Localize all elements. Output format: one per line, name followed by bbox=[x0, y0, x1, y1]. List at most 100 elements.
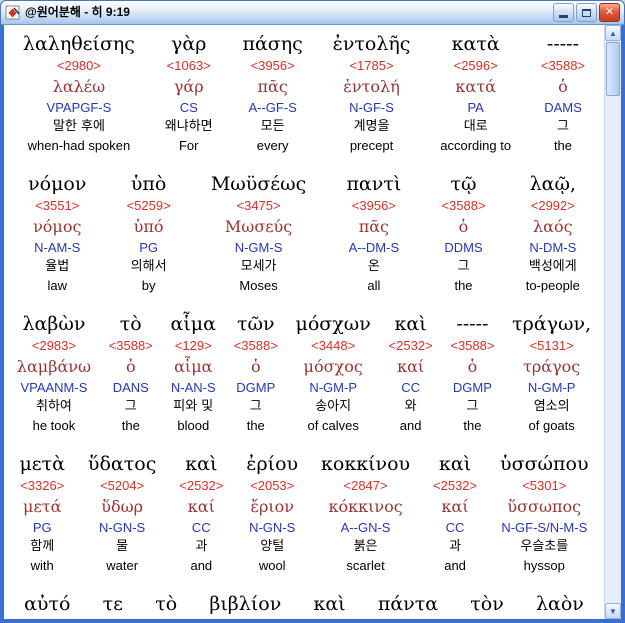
greek-word: καὶ bbox=[185, 453, 218, 475]
parsing-code: A--GN-S bbox=[340, 520, 391, 535]
word-entry[interactable]: κοκκίνου <2847> κόκκινος A--GN-S 붉은 scarlet bbox=[319, 451, 412, 575]
word-entry[interactable]: βιβλίον bbox=[207, 591, 283, 617]
korean-gloss: 계명을 bbox=[353, 119, 390, 134]
strong-number: <2532> bbox=[179, 478, 224, 493]
scrollbar-thumb[interactable] bbox=[606, 42, 620, 96]
word-row: αὐτό τε τὸ βιβλίον καὶ πάντα τὸν λαὸν bbox=[4, 591, 604, 619]
strong-number: <3588> bbox=[108, 338, 153, 353]
greek-word: νόμον bbox=[28, 173, 87, 195]
word-entry[interactable]: παντὶ <3956> πᾶς A--DM-S 온 all bbox=[344, 171, 403, 295]
english-gloss: the bbox=[553, 138, 573, 153]
strong-number: <3588> bbox=[441, 198, 486, 213]
parsing-code: N-GF-S/N-M-S bbox=[501, 520, 588, 535]
korean-gloss: 율법 bbox=[45, 259, 70, 274]
word-entry[interactable]: τὸ bbox=[153, 591, 179, 617]
strong-number: <3588> bbox=[540, 58, 586, 73]
greek-word: τὸν bbox=[470, 593, 504, 615]
korean-gloss: 붉은 bbox=[353, 539, 378, 554]
word-entry[interactable]: ἐντολῆς <1785> ἐντολή N-GF-S 계명을 precept bbox=[331, 31, 413, 155]
word-entry[interactable]: λαβὼν <2983> λαμβάνω VPAANM-S 취하여 he took bbox=[15, 311, 93, 435]
greek-word: κατὰ bbox=[451, 33, 500, 55]
parsing-code: VPAPGF-S bbox=[46, 100, 112, 115]
parsing-code: N-GM-P bbox=[309, 380, 358, 395]
strong-number: <2596> bbox=[453, 58, 498, 73]
maximize-icon bbox=[582, 8, 591, 17]
strong-number: <2983> bbox=[31, 338, 76, 353]
word-row: λαληθείσης <2980> λαλέω VPAPGF-S 말한 후에 when-h… bbox=[4, 31, 604, 171]
greek-lemma: λαμβάνω bbox=[16, 357, 92, 376]
maximize-button[interactable] bbox=[576, 3, 597, 22]
vertical-scrollbar[interactable]: ▲ ▼ bbox=[604, 25, 621, 619]
parsing-code: PG bbox=[32, 520, 52, 535]
word-entry[interactable]: μετὰ <3326> μετά PG 함께 with bbox=[17, 451, 67, 575]
word-entry[interactable]: καὶ <2532> καί CC 과 and bbox=[177, 451, 225, 575]
word-entry[interactable]: νόμον <3551> νόμος N-AM-S 율법 law bbox=[26, 171, 88, 295]
word-entry[interactable]: ----- <3588> ὁ DAMS 그 the bbox=[539, 31, 587, 155]
word-entry[interactable]: ὑσσώπου <5301> ὕσσωπος N-GF-S/N-M-S 우슬초를 hyss… bbox=[498, 451, 590, 575]
titlebar[interactable]: @원어분해 - 히 9:19 ✕ bbox=[0, 0, 625, 25]
word-entry[interactable]: τὸ <3588> ὁ DANS 그 the bbox=[107, 311, 155, 435]
word-entry[interactable]: κατὰ <2596> κατά PA 대로 according to bbox=[438, 31, 513, 155]
close-button[interactable]: ✕ bbox=[599, 3, 620, 22]
strong-number: <129> bbox=[174, 338, 212, 353]
word-entry[interactable]: αἷμα <129> αἷμα N-AN-S 피와 및 blood bbox=[169, 311, 218, 435]
parsing-code: A--GF-S bbox=[248, 100, 297, 115]
scroll-up-button[interactable]: ▲ bbox=[605, 25, 621, 41]
english-gloss: of goats bbox=[528, 418, 575, 433]
word-entry[interactable]: τράγων, <5131> τράγος N-GM-P 염소의 of goats bbox=[510, 311, 593, 435]
korean-gloss: 그 bbox=[124, 399, 137, 414]
greek-lemma: ὁ bbox=[467, 357, 478, 376]
word-entry[interactable]: λαληθείσης <2980> λαλέω VPAPGF-S 말한 후에 when-h… bbox=[21, 31, 137, 155]
word-entry[interactable]: ----- <3588> ὁ DGMP 그 the bbox=[448, 311, 496, 435]
english-gloss: the bbox=[246, 418, 265, 433]
greek-lemma: καί bbox=[441, 497, 469, 516]
word-entry[interactable]: τε bbox=[101, 591, 125, 617]
greek-lemma: ἐντολή bbox=[343, 77, 400, 96]
word-entry[interactable]: λαὸν bbox=[534, 591, 586, 617]
word-entry[interactable]: λαῷ, <2992> λαός N-DM-S 백성에게 to-people bbox=[524, 171, 582, 295]
word-entry[interactable]: αὐτό bbox=[22, 591, 72, 617]
word-entry[interactable]: καὶ <2532> καί CC 과 and bbox=[431, 451, 479, 575]
scroll-down-button[interactable]: ▼ bbox=[605, 603, 621, 619]
korean-gloss: 과 bbox=[195, 539, 208, 554]
parsing-code: DGMP bbox=[452, 380, 492, 395]
strong-number: <2980> bbox=[56, 58, 101, 73]
korean-gloss: 송아지 bbox=[315, 399, 352, 414]
word-entry[interactable]: ἐρίου <2053> ἔριον N-GN-S 양털 wool bbox=[244, 451, 300, 575]
word-row: μετὰ <3326> μετά PG 함께 with ὕδατος <5204> ὕδωρ N-… bbox=[4, 451, 604, 591]
word-entry[interactable]: πάντα bbox=[376, 591, 440, 617]
app-window: @원어분해 - 히 9:19 ✕ λαληθείσης <2980> λαλέω VP… bbox=[0, 0, 625, 623]
strong-number: <3326> bbox=[20, 478, 65, 493]
english-gloss: wool bbox=[258, 558, 286, 573]
word-entry[interactable]: τῷ <3588> ὁ DDMS 그 the bbox=[439, 171, 487, 295]
greek-lemma: μόσχος bbox=[303, 357, 363, 376]
minimize-button[interactable] bbox=[553, 3, 574, 22]
greek-word: καὶ bbox=[394, 313, 427, 335]
word-entry[interactable]: μόσχων <3448> μόσχος N-GM-P 송아지 of calves bbox=[294, 311, 373, 435]
parsing-code: DANS bbox=[112, 380, 149, 395]
word-entry[interactable]: τῶν <3588> ὁ DGMP 그 the bbox=[232, 311, 280, 435]
word-entry[interactable]: τὸν bbox=[468, 591, 506, 617]
word-entry[interactable]: καὶ bbox=[311, 591, 347, 617]
parsing-code: N-AM-S bbox=[34, 240, 81, 255]
korean-gloss: 와 bbox=[404, 399, 417, 414]
word-entry[interactable]: καὶ <2532> καί CC 와 and bbox=[387, 311, 435, 435]
greek-lemma: ὁ bbox=[458, 217, 469, 236]
english-gloss: scarlet bbox=[346, 558, 385, 573]
scrollbar-track[interactable] bbox=[605, 41, 621, 603]
word-entry[interactable]: πάσης <3956> πᾶς A--GF-S 모든 every bbox=[240, 31, 304, 155]
parsing-code: CC bbox=[401, 380, 420, 395]
parsing-code: N-AN-S bbox=[170, 380, 216, 395]
greek-lemma: Μωσεύς bbox=[224, 217, 293, 236]
word-entry[interactable]: Μωϋσέως <3475> Μωσεύς N-GM-S 모세가 Moses bbox=[209, 171, 308, 295]
word-entry[interactable]: ὕδατος <5204> ὕδωρ N-GN-S 물 water bbox=[86, 451, 158, 575]
strong-number: <2847> bbox=[343, 478, 388, 493]
word-entry[interactable]: γὰρ <1063> γάρ CS 왜냐하면 For bbox=[163, 31, 215, 155]
english-gloss: he took bbox=[32, 418, 76, 433]
greek-lemma: λαλέω bbox=[52, 77, 106, 96]
greek-lemma: ἔριον bbox=[250, 497, 295, 516]
word-entry[interactable]: ὑπὸ <5259> ὑπό PG 의해서 by bbox=[125, 171, 173, 295]
greek-word: ἐντολῆς bbox=[332, 33, 411, 55]
english-gloss: and bbox=[190, 558, 213, 573]
strong-number: <3956> bbox=[250, 58, 295, 73]
